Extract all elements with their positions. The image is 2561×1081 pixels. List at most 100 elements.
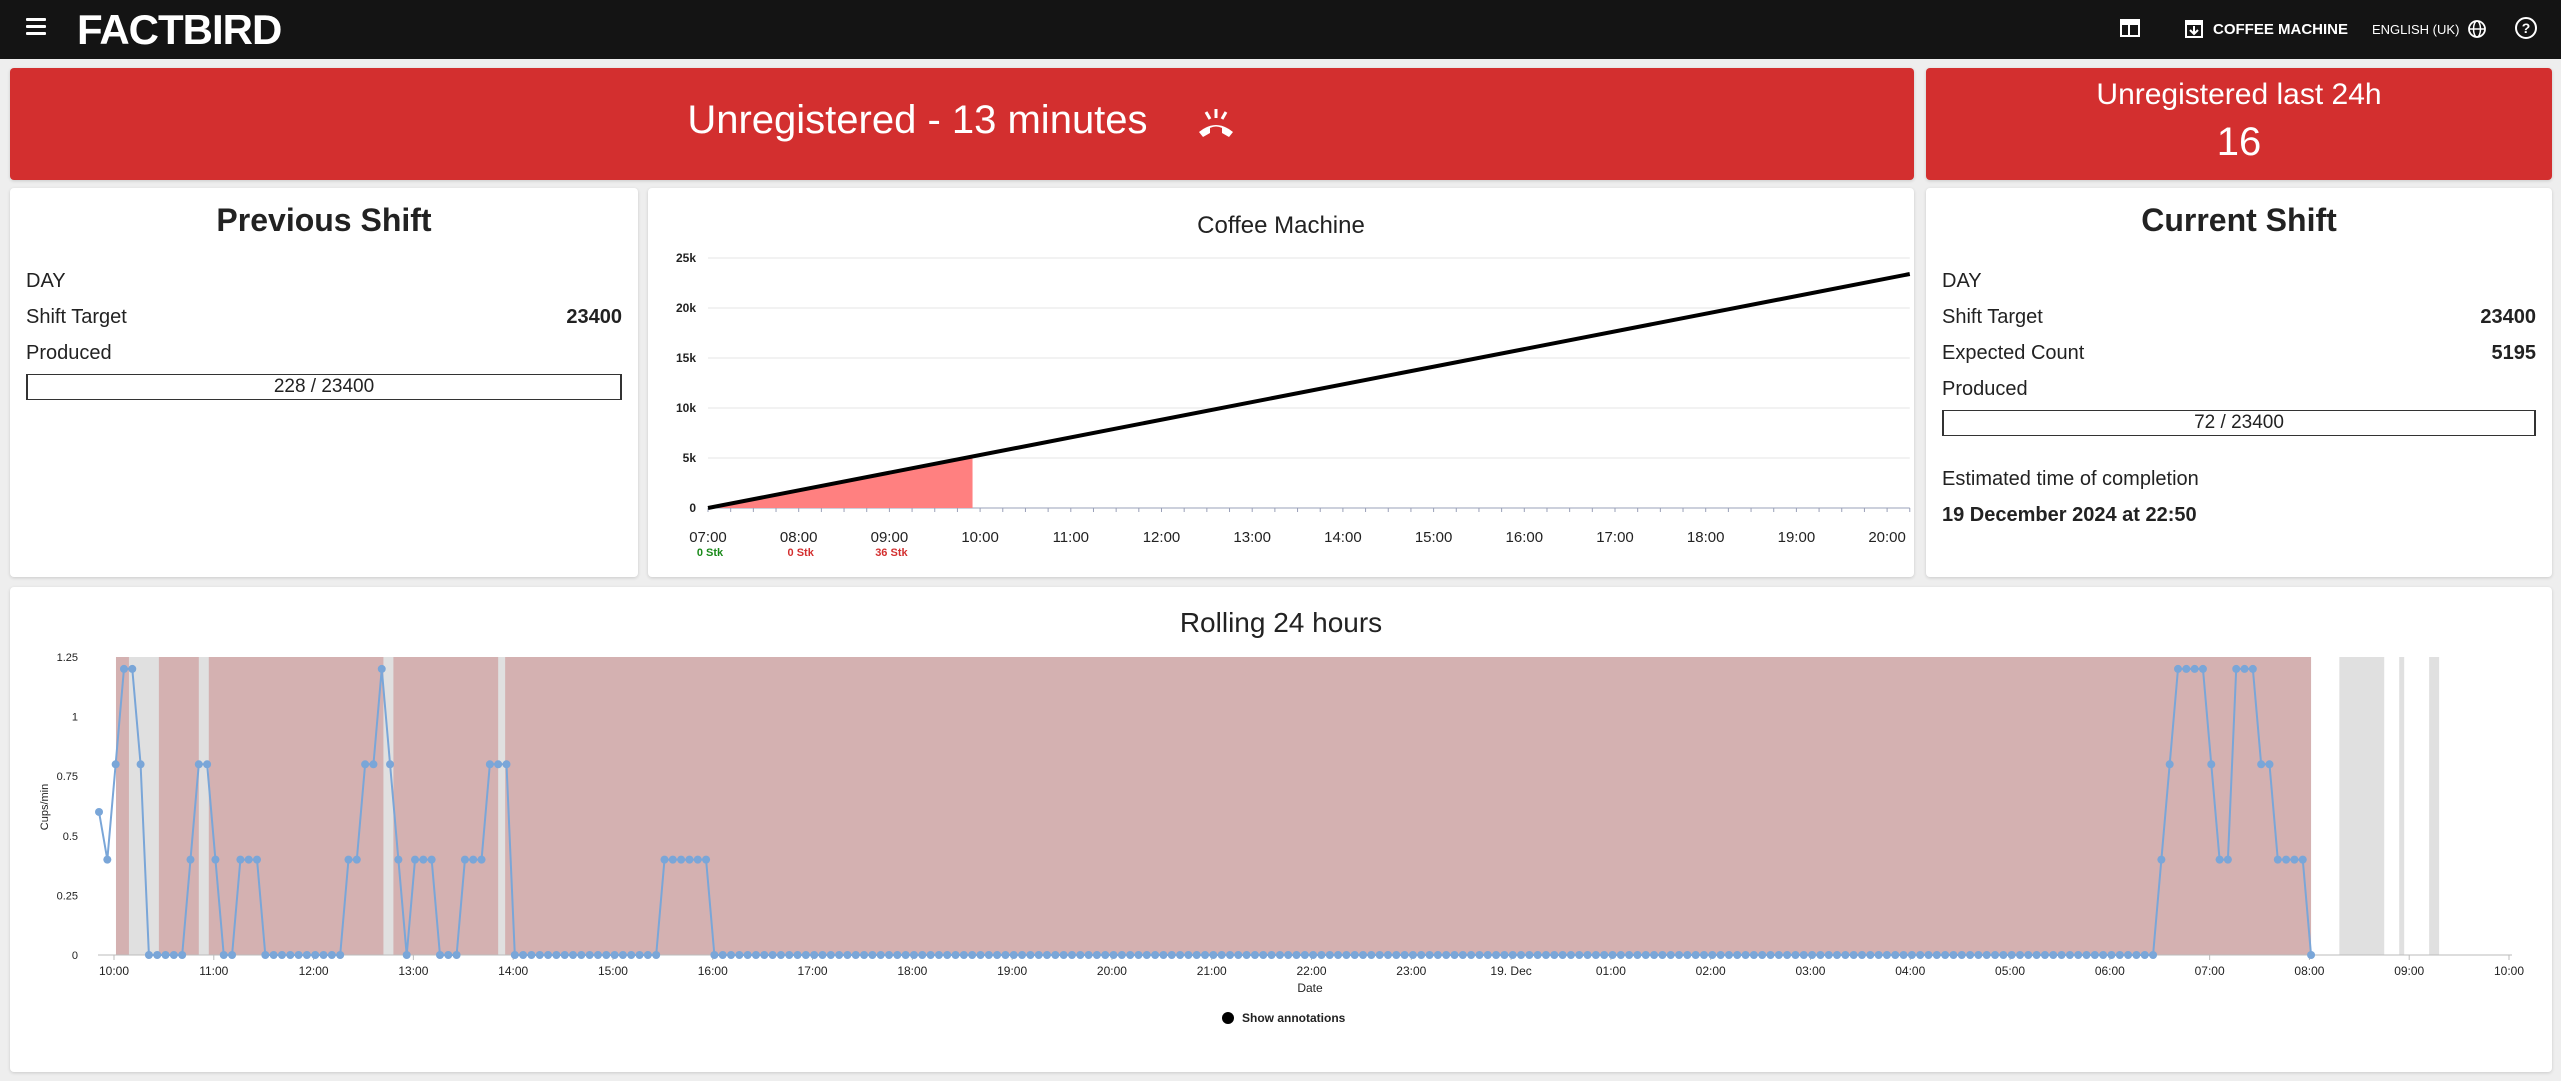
- x-tick-label: 16:00: [1506, 529, 1544, 546]
- data-point: [1259, 951, 1268, 959]
- data-point: [1749, 951, 1758, 959]
- data-point: [2140, 951, 2149, 959]
- data-point: [593, 951, 602, 959]
- data-point: [1957, 951, 1966, 959]
- y-tick-label: 0: [689, 501, 696, 515]
- legend-dot-icon: [1222, 1012, 1234, 1024]
- data-point: [1201, 951, 1210, 959]
- x-tick-label: 01:00: [1596, 964, 1626, 978]
- data-point: [2099, 951, 2108, 959]
- top-app-bar: FACTBIRD COFFEE MACHINE ENGLISH (UK) ?: [0, 0, 2561, 59]
- show-annotations-toggle[interactable]: Show annotations: [1222, 1011, 1345, 1025]
- data-point: [1882, 951, 1891, 959]
- data-point: [111, 760, 120, 769]
- data-point: [1999, 951, 2008, 959]
- data-point: [236, 855, 245, 864]
- rolling-24h-card: Rolling 24 hours 0 0.25 0.5 0.75 1 1.25 10:00 1…: [10, 587, 2552, 1072]
- data-point: [1517, 951, 1526, 959]
- x-axis-title: Date: [1297, 981, 1323, 995]
- data-point: [544, 951, 553, 959]
- data-point: [244, 855, 253, 864]
- data-point: [203, 760, 212, 769]
- shift-target-label: Shift Target: [26, 306, 127, 328]
- data-point: [1741, 951, 1750, 959]
- x-tick-label: 08:00: [2294, 964, 2324, 978]
- shift-name: DAY: [26, 270, 66, 292]
- data-point: [843, 951, 852, 959]
- data-point: [1849, 951, 1858, 959]
- data-point: [2032, 951, 2041, 959]
- data-point: [502, 760, 511, 769]
- y-tick-label: 15k: [676, 351, 696, 365]
- data-point: [860, 951, 869, 959]
- previous-shift-card: Previous Shift DAY Shift Target 23400 Pr…: [10, 188, 638, 577]
- data-point: [2016, 951, 2024, 959]
- data-point: [194, 760, 203, 769]
- data-point: [577, 951, 586, 959]
- data-point: [1932, 951, 1941, 959]
- x-tick-label: 11:00: [1053, 529, 1089, 546]
- data-point: [2182, 664, 2191, 673]
- data-point: [1018, 951, 1027, 959]
- produced-progress-bar: 228 / 23400: [26, 374, 622, 400]
- data-point: [1591, 951, 1600, 959]
- data-point: [319, 951, 328, 959]
- factbird-logo[interactable]: FACTBIRD: [77, 6, 282, 54]
- data-point: [286, 951, 295, 959]
- data-point: [1791, 951, 1800, 959]
- data-point: [1267, 951, 1276, 959]
- data-point: [253, 855, 262, 864]
- data-point: [1866, 951, 1875, 959]
- dashboard-icon[interactable]: [2120, 19, 2140, 37]
- data-point: [635, 951, 644, 959]
- data-point: [1009, 951, 1018, 959]
- shift-target-value: 23400: [2480, 306, 2536, 328]
- data-point: [1608, 951, 1617, 959]
- data-point: [1317, 951, 1326, 959]
- data-point: [1342, 951, 1351, 959]
- data-point: [2065, 951, 2074, 959]
- x-tick-label: 16:00: [698, 964, 728, 978]
- data-point: [2115, 951, 2124, 959]
- data-point: [1067, 951, 1076, 959]
- produced-progress-text: 72 / 23400: [2194, 412, 2284, 433]
- data-point: [1275, 951, 1284, 959]
- x-tick-label: 17:00: [1596, 529, 1634, 546]
- data-point: [1101, 951, 1110, 959]
- help-icon[interactable]: ?: [2515, 17, 2537, 39]
- data-point: [652, 951, 661, 959]
- rolling-24h-chart: 0 0.25 0.5 0.75 1 1.25 10:00 11:00 12:00 13:00 14:…: [39, 652, 2524, 995]
- data-point: [1533, 951, 1542, 959]
- data-point: [2190, 664, 2199, 673]
- data-point: [1641, 951, 1650, 959]
- data-point: [1433, 951, 1442, 959]
- data-point: [1799, 951, 1808, 959]
- data-point: [1442, 951, 1451, 959]
- data-point: [169, 951, 178, 959]
- data-point: [893, 951, 902, 959]
- menu-icon[interactable]: [24, 18, 48, 40]
- language-selector-button[interactable]: ENGLISH (UK): [2372, 15, 2487, 43]
- data-point: [327, 951, 336, 959]
- x-tick-label: 09:00: [2394, 964, 2424, 978]
- data-point: [1708, 951, 1717, 959]
- unregistered-status-banner[interactable]: Unregistered - 13 minutes: [10, 68, 1914, 180]
- data-point: [1159, 951, 1168, 959]
- data-point: [1234, 951, 1243, 959]
- data-point: [1833, 951, 1842, 959]
- data-point: [885, 951, 894, 959]
- data-point: [2107, 951, 2116, 959]
- data-point: [1284, 951, 1293, 959]
- x-tick-label: 07:00: [689, 529, 727, 546]
- data-point: [1816, 951, 1825, 959]
- data-point: [1292, 951, 1301, 959]
- machine-selector-button[interactable]: COFFEE MACHINE: [2185, 15, 2348, 43]
- data-point: [435, 951, 444, 959]
- x-tick-label: 19:00: [997, 964, 1027, 978]
- data-point: [1766, 951, 1775, 959]
- data-point: [569, 951, 578, 959]
- data-point: [835, 951, 844, 959]
- data-point: [1724, 951, 1733, 959]
- data-point: [2165, 760, 2174, 769]
- shift-target-value: 23400: [566, 306, 622, 328]
